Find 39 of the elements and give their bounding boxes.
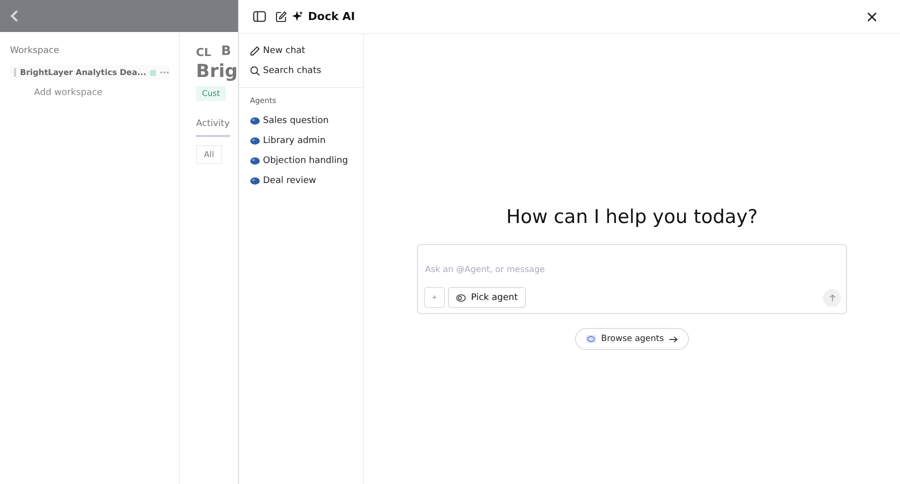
agent-icon: [586, 335, 596, 343]
agent-item[interactable]: Objection handling: [239, 151, 363, 171]
workspace-item[interactable]: BrightLayer Analytics Dea...: [10, 65, 170, 80]
title-initial: B: [221, 44, 232, 59]
page-title: Brig: [196, 61, 238, 82]
sparkle-icon: [292, 11, 303, 22]
add-workspace-link[interactable]: Add workspace: [34, 88, 179, 98]
menu-item[interactable]: Search chats: [239, 61, 363, 81]
browse-agents-button[interactable]: Browse agents: [575, 328, 689, 350]
activity-tab[interactable]: Activity: [196, 119, 230, 137]
arrow-up-icon: [828, 294, 836, 302]
panel-title: Dock AI: [308, 10, 355, 23]
workspace-name: BrightLayer Analytics Dea...: [20, 68, 146, 77]
edit-icon[interactable]: [275, 10, 287, 22]
search-icon: [250, 66, 260, 76]
agent-blob-icon: [250, 137, 260, 145]
agent-item[interactable]: Library admin: [239, 131, 363, 151]
add-button[interactable]: +: [424, 287, 445, 308]
avatar-initials: CL: [196, 45, 212, 59]
agent-item[interactable]: Sales question: [239, 111, 363, 131]
close-icon[interactable]: [867, 12, 877, 22]
menu-item[interactable]: New chat: [239, 41, 363, 61]
pencil-icon: [250, 46, 260, 56]
filter-chip[interactable]: All: [196, 145, 222, 164]
agent-item[interactable]: Deal review: [239, 171, 363, 191]
pick-agent-button[interactable]: Pick agent: [448, 287, 526, 308]
sidebar-heading: Workspace: [10, 46, 60, 56]
send-button[interactable]: [823, 288, 841, 306]
agent-blob-icon: [250, 157, 260, 165]
status-square-icon: [150, 70, 156, 76]
message-composer[interactable]: Ask an @Agent, or message + Pick agent: [417, 244, 847, 314]
sidebar-toggle-icon[interactable]: [253, 11, 266, 22]
tag: Cust: [196, 86, 226, 101]
agent-icon: [456, 294, 466, 302]
agent-blob-icon: [250, 117, 260, 125]
back-chevron-icon[interactable]: [10, 10, 20, 22]
agent-blob-icon: [250, 177, 260, 185]
arrow-right-icon: [668, 336, 678, 342]
greeting-heading: How can I help you today?: [506, 206, 758, 228]
